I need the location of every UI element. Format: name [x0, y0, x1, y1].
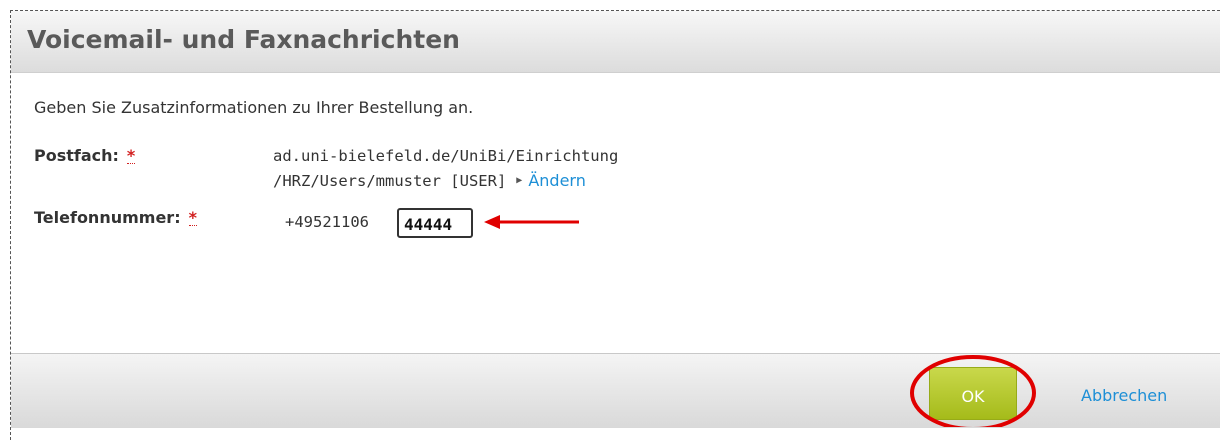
intro-text: Geben Sie Zusatzinformationen zu Ihrer B…	[34, 98, 474, 117]
mailbox-path-line2-row: /HRZ/Users/mmuster [USER] ▶ Ändern	[273, 171, 586, 190]
mailbox-path-line2: /HRZ/Users/mmuster [USER]	[273, 172, 507, 190]
phone-extension-input[interactable]	[397, 208, 473, 238]
mailbox-path-line1: ad.uni-bielefeld.de/UniBi/Einrichtung	[273, 147, 619, 165]
mailbox-label: Postfach:	[34, 146, 119, 165]
triangle-right-icon: ▶	[516, 175, 523, 186]
phone-label: Telefonnummer:	[34, 208, 181, 227]
dialog-header: Voicemail- und Faxnachrichten	[11, 11, 1220, 73]
mailbox-label-row: Postfach: *	[34, 146, 136, 165]
change-mailbox-link[interactable]: Ändern	[528, 171, 586, 190]
cancel-button[interactable]: Abbrechen	[1081, 386, 1167, 405]
phone-label-row: Telefonnummer: *	[34, 208, 197, 227]
dialog-title: Voicemail- und Faxnachrichten	[27, 25, 460, 54]
dialog-footer	[11, 353, 1220, 428]
circle-highlight-icon	[910, 355, 1036, 427]
required-marker: *	[188, 208, 197, 227]
required-marker: *	[126, 146, 136, 165]
arrow-left-icon	[484, 215, 579, 229]
phone-prefix: +49521106	[285, 213, 369, 231]
